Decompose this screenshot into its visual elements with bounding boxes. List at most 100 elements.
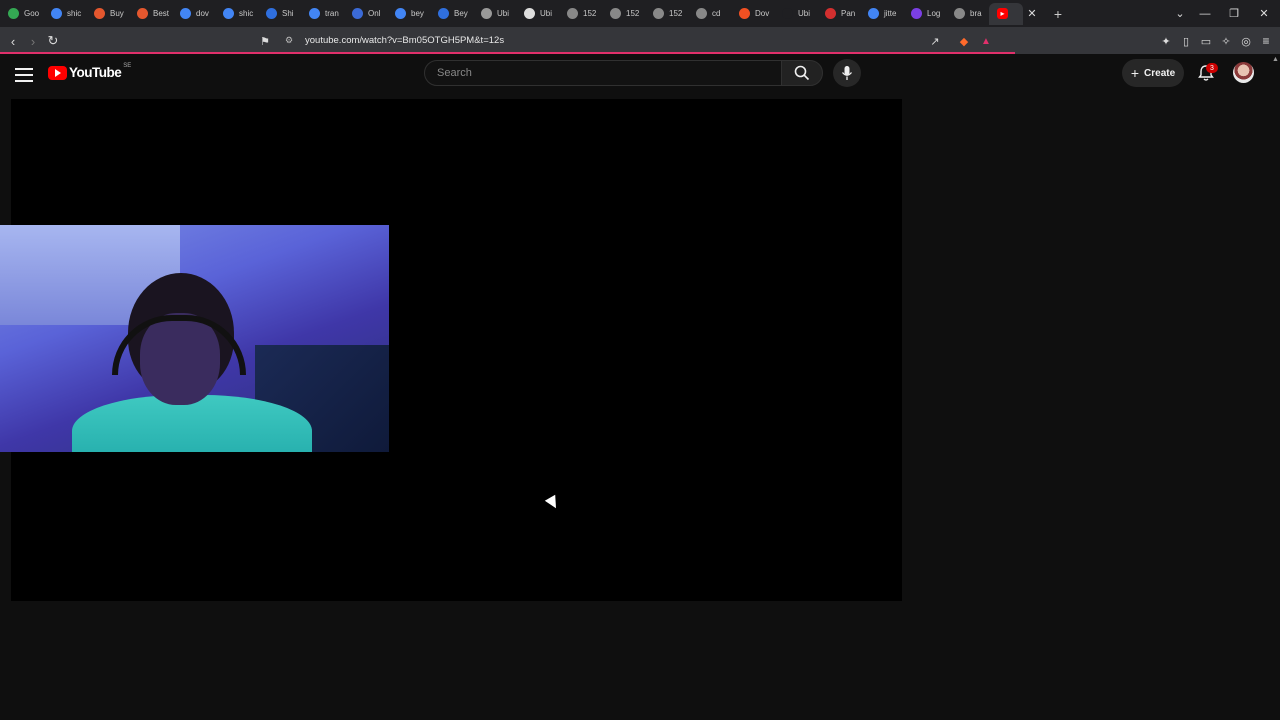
tab-label: Ubi xyxy=(497,9,510,18)
brave-rewards-icon[interactable]: ▲ xyxy=(976,31,996,51)
create-label: Create xyxy=(1144,67,1176,79)
search-input[interactable] xyxy=(435,66,759,80)
tab-label: bra xyxy=(970,9,982,18)
tab-favicon-icon xyxy=(137,8,148,19)
tab-favicon-icon xyxy=(223,8,234,19)
tab-label: shic xyxy=(67,9,82,18)
country-code: SE xyxy=(123,62,132,69)
tab-label: Goo xyxy=(24,9,40,18)
browser-tab-strip: Goo shic Buy Best dov shic Shi tran Onl bey Bey Ubi… xyxy=(0,0,1280,27)
tab-favicon-icon xyxy=(438,8,449,19)
tab-favicon-icon xyxy=(911,8,922,19)
browser-tab[interactable]: Onl xyxy=(344,3,387,25)
minimize-icon[interactable]: — xyxy=(1190,0,1220,27)
browser-tab[interactable]: Ubi xyxy=(774,3,817,25)
tab-label: 152 xyxy=(583,9,597,18)
tab-favicon-icon xyxy=(567,8,578,19)
tab-favicon-icon xyxy=(696,8,707,19)
browser-tab[interactable]: shic xyxy=(215,3,258,25)
close-tab-icon[interactable]: ✕ xyxy=(1023,5,1041,23)
microphone-icon xyxy=(841,66,853,80)
tab-favicon-icon xyxy=(352,8,363,19)
menu-icon[interactable]: ≡ xyxy=(1256,31,1276,51)
tab-favicon-icon xyxy=(51,8,62,19)
youtube-logo[interactable]: YouTube SE xyxy=(48,62,132,80)
wallet-icon[interactable]: ▭ xyxy=(1196,31,1216,51)
tab-favicon-icon xyxy=(954,8,965,19)
scroll-up-arrow-icon[interactable]: ▲ xyxy=(1272,56,1279,64)
browser-tab[interactable]: Goo xyxy=(0,3,43,25)
browser-tab[interactable]: Dov xyxy=(731,3,774,25)
browser-tab[interactable]: Bey xyxy=(430,3,473,25)
browser-tab[interactable]: Shi xyxy=(258,3,301,25)
tab-label: Buy xyxy=(110,9,124,18)
tab-favicon-icon xyxy=(610,8,621,19)
tab-label: tran xyxy=(325,9,339,18)
tab-favicon-icon xyxy=(782,8,793,19)
tab-favicon-icon xyxy=(653,8,664,19)
tab-label: Log xyxy=(927,9,941,18)
forward-icon[interactable]: › xyxy=(23,31,43,51)
address-bar[interactable]: ⚙ youtube.com/watch?v=Bm05OTGH5PM&t=12s xyxy=(280,29,1000,51)
search-button[interactable] xyxy=(781,60,823,86)
tab-label: Shi xyxy=(282,9,294,18)
logo-text: YouTube xyxy=(69,65,122,80)
tab-label: Dov xyxy=(755,9,770,18)
browser-tab[interactable]: Pan xyxy=(817,3,860,25)
tab-label: Bey xyxy=(454,9,468,18)
youtube-favicon-icon: ▸ xyxy=(997,8,1008,19)
webcam-overlay xyxy=(0,225,389,452)
search-icon xyxy=(794,65,810,81)
active-tab[interactable]: ▸ xyxy=(989,2,1023,25)
vpn-icon[interactable]: ◎ xyxy=(1236,31,1256,51)
tab-favicon-icon xyxy=(8,8,19,19)
browser-tab[interactable]: Log xyxy=(903,3,946,25)
browser-tab[interactable]: Best xyxy=(129,3,172,25)
tab-favicon-icon xyxy=(395,8,406,19)
browser-tab[interactable]: jitte xyxy=(860,3,903,25)
bookmark-icon[interactable]: ⚑ xyxy=(255,31,275,51)
tab-favicon-icon xyxy=(739,8,750,19)
new-tab-button[interactable]: + xyxy=(1047,3,1069,25)
close-window-icon[interactable]: ✕ xyxy=(1249,0,1279,27)
create-button[interactable]: + Create xyxy=(1122,59,1184,87)
browser-toolbar: ‹ › ↻ ⚑ ⚙ youtube.com/watch?v=Bm05OTGH5P… xyxy=(0,27,1280,54)
tab-label: Ubi xyxy=(540,9,553,18)
browser-tab[interactable]: Ubi xyxy=(516,3,559,25)
open-in-app-icon[interactable]: ↗ xyxy=(925,31,945,51)
browser-tab[interactable]: 152 xyxy=(602,3,645,25)
tab-favicon-icon xyxy=(309,8,320,19)
sidebar-icon[interactable]: ▯ xyxy=(1176,31,1196,51)
browser-tab[interactable]: bey xyxy=(387,3,430,25)
voice-search-button[interactable] xyxy=(833,59,861,87)
tab-label: Best xyxy=(153,9,170,18)
youtube-masthead: YouTube SE + Create 3 xyxy=(0,54,1280,99)
tab-label: Onl xyxy=(368,9,381,18)
reload-icon[interactable]: ↻ xyxy=(43,31,63,51)
site-info-icon[interactable]: ⚙ xyxy=(285,35,293,46)
browser-tab[interactable]: cd xyxy=(688,3,731,25)
tab-label: Pan xyxy=(841,9,856,18)
restore-icon[interactable]: ❐ xyxy=(1219,0,1249,27)
brave-shields-icon[interactable]: ◆ xyxy=(954,31,974,51)
leo-ai-icon[interactable]: ✧ xyxy=(1216,31,1236,51)
browser-tab[interactable]: 152 xyxy=(645,3,688,25)
browser-tab[interactable]: 152 xyxy=(559,3,602,25)
browser-tab[interactable]: Ubi xyxy=(473,3,516,25)
browser-tab[interactable]: tran xyxy=(301,3,344,25)
tab-label: shic xyxy=(239,9,254,18)
plus-icon: + xyxy=(1130,65,1140,81)
avatar[interactable] xyxy=(1233,62,1254,83)
guide-menu-icon[interactable] xyxy=(15,68,33,82)
browser-tab[interactable]: shic xyxy=(43,3,86,25)
tab-label: bey xyxy=(411,9,424,18)
tab-label: cd xyxy=(712,9,721,18)
extensions-icon[interactable]: ✦ xyxy=(1156,31,1176,51)
notification-badge: 3 xyxy=(1206,63,1218,73)
tab-favicon-icon xyxy=(94,8,105,19)
browser-tab[interactable]: dov xyxy=(172,3,215,25)
back-icon[interactable]: ‹ xyxy=(3,31,23,51)
tab-label: jitte xyxy=(884,9,897,18)
browser-tab[interactable]: bra xyxy=(946,3,989,25)
browser-tab[interactable]: Buy xyxy=(86,3,129,25)
